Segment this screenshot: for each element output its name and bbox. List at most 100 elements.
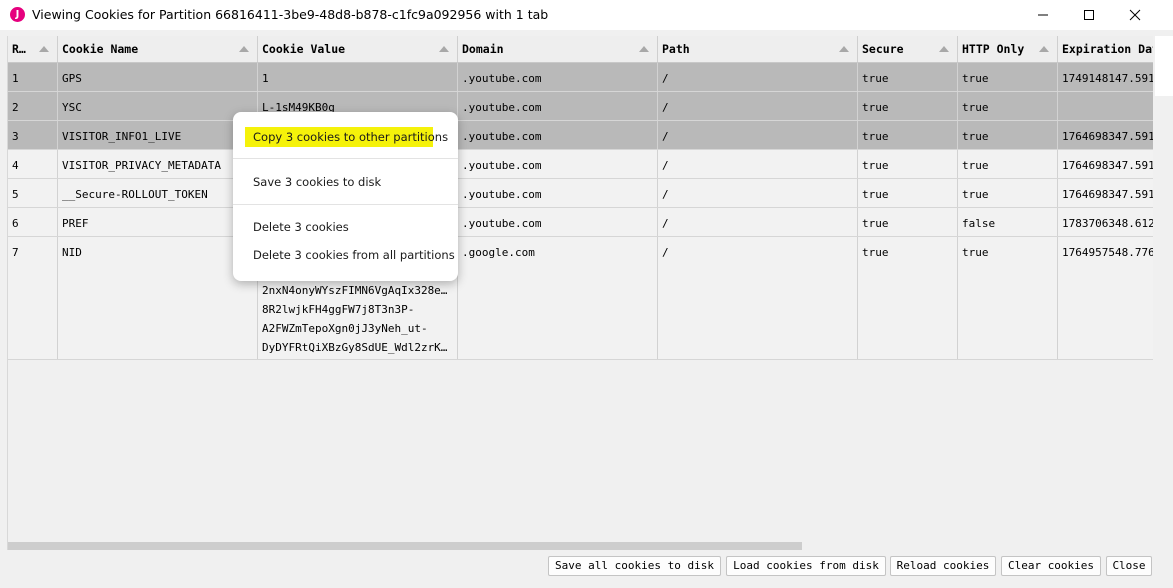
column-header-secure[interactable]: Secure xyxy=(858,36,958,62)
cell-cookie-name: NID xyxy=(58,237,258,359)
column-header-expiration[interactable]: Expiration Dat xyxy=(1058,36,1153,62)
cell-row-number: 2 xyxy=(8,92,58,120)
cell-expiration xyxy=(1058,92,1153,120)
cookie-value-line: A2FWZmTepoXgn0jJ3yNeh_ut- xyxy=(262,322,428,335)
cell-cookie-name: __Secure-ROLLOUT_TOKEN xyxy=(58,179,258,207)
column-header-cookie-name[interactable]: Cookie Name xyxy=(58,36,258,62)
cell-cookie-name: VISITOR_PRIVACY_METADATA xyxy=(58,150,258,178)
cell-domain: .youtube.com xyxy=(458,63,658,91)
cell-cookie-name: YSC xyxy=(58,92,258,120)
close-button[interactable]: Close xyxy=(1106,556,1152,576)
cookies-table[interactable]: R… Cookie Name Cookie Value Domain Path … xyxy=(7,36,1153,550)
column-header-http-only[interactable]: HTTP Only xyxy=(958,36,1058,62)
cell-secure: true xyxy=(858,179,958,207)
cell-path: / xyxy=(658,208,858,236)
sort-arrow-icon xyxy=(439,46,449,52)
maximize-icon xyxy=(1084,10,1094,20)
cell-expiration: 1764698347.591 xyxy=(1062,188,1153,201)
cell-cookie-value: 1 xyxy=(258,63,458,91)
cell-secure: true xyxy=(858,237,958,359)
cell-http-only: true xyxy=(958,121,1058,149)
cookie-value-line: DyDYFRtQiXBzGy8SdUE_Wdl2zrK… xyxy=(262,341,448,354)
menu-separator xyxy=(233,158,458,159)
table-row[interactable]: 3 VISITOR_INFO1_LIVE .youtube.com / true… xyxy=(8,121,1153,150)
reload-cookies-button[interactable]: Reload cookies xyxy=(890,556,996,576)
cell-path: / xyxy=(658,150,858,178)
cell-row-number: 6 xyxy=(8,208,58,236)
table-row[interactable]: 2 YSC L-1sM49KB0g .youtube.com / true tr… xyxy=(8,92,1153,121)
column-header-path[interactable]: Path xyxy=(658,36,858,62)
table-row[interactable]: 5 __Secure-ROLLOUT_TOKEN .youtube.com / … xyxy=(8,179,1153,208)
title-bar: J Viewing Cookies for Partition 66816411… xyxy=(0,0,1173,30)
cell-secure: true xyxy=(858,150,958,178)
cell-domain: .youtube.com xyxy=(458,208,658,236)
cell-http-only: true xyxy=(958,63,1058,91)
sort-arrow-icon xyxy=(839,46,849,52)
cell-expiration: 1749148147.591 xyxy=(1062,72,1153,85)
cookie-value-line: 8R2lwjkFH4ggFW7j8T3n3P- xyxy=(262,303,415,316)
table-row[interactable]: 6 PREF .youtube.com / true false 1783706… xyxy=(8,208,1153,237)
cell-secure: true xyxy=(858,63,958,91)
column-header-cookie-value[interactable]: Cookie Value xyxy=(258,36,458,62)
menu-separator xyxy=(233,204,458,205)
cell-domain: .youtube.com xyxy=(458,150,658,178)
save-all-cookies-button[interactable]: Save all cookies to disk xyxy=(548,556,721,576)
cell-http-only: true xyxy=(958,179,1058,207)
cell-row-number: 4 xyxy=(8,150,58,178)
menu-item-delete-cookies[interactable]: Delete 3 cookies xyxy=(253,220,349,234)
sort-arrow-icon xyxy=(639,46,649,52)
table-row[interactable]: 1 GPS 1 .youtube.com / true true 1749148… xyxy=(8,63,1153,92)
menu-item-copy-cookies[interactable]: Copy 3 cookies to other partitions xyxy=(253,130,448,144)
cell-domain: .youtube.com xyxy=(458,92,658,120)
cell-path: / xyxy=(658,63,858,91)
app-icon: J xyxy=(10,7,25,22)
cell-domain: .youtube.com xyxy=(458,121,658,149)
cell-path: / xyxy=(658,237,858,359)
clear-cookies-button[interactable]: Clear cookies xyxy=(1001,556,1101,576)
cell-cookie-name: VISITOR_INFO1_LIVE xyxy=(58,121,258,149)
cell-domain: .youtube.com xyxy=(458,179,658,207)
cell-http-only: true xyxy=(958,237,1058,359)
minimize-button[interactable] xyxy=(1020,0,1066,30)
cell-expiration: 1764957548.776 xyxy=(1062,246,1153,259)
cell-row-number: 7 xyxy=(8,237,58,359)
cell-http-only: true xyxy=(958,150,1058,178)
cell-http-only: true xyxy=(958,92,1058,120)
horizontal-scrollbar[interactable] xyxy=(8,542,802,550)
cell-row-number: 1 xyxy=(8,63,58,91)
cell-path: / xyxy=(658,179,858,207)
load-cookies-button[interactable]: Load cookies from disk xyxy=(726,556,886,576)
cell-secure: true xyxy=(858,121,958,149)
cell-cookie-name: PREF xyxy=(58,208,258,236)
cell-expiration: 1764698347.591 xyxy=(1062,159,1153,172)
minimize-icon xyxy=(1038,14,1048,16)
cell-row-number: 3 xyxy=(8,121,58,149)
cell-expiration: 1783706348.612 xyxy=(1062,217,1153,230)
menu-item-delete-all-partitions[interactable]: Delete 3 cookies from all partitions xyxy=(253,248,455,262)
sort-arrow-icon xyxy=(1039,46,1049,52)
close-icon xyxy=(1129,9,1141,21)
cell-secure: true xyxy=(858,208,958,236)
cell-domain: .google.com xyxy=(458,237,658,359)
column-header-domain[interactable]: Domain xyxy=(458,36,658,62)
sort-arrow-icon xyxy=(239,46,249,52)
table-row[interactable]: 4 VISITOR_PRIVACY_METADATA .youtube.com … xyxy=(8,150,1153,179)
context-menu: Copy 3 cookies to other partitions Save … xyxy=(233,112,458,281)
cell-path: / xyxy=(658,92,858,120)
cell-expiration: 1764698347.591 xyxy=(1062,130,1153,143)
table-header: R… Cookie Name Cookie Value Domain Path … xyxy=(8,36,1153,63)
background-window-edge xyxy=(1155,36,1173,96)
sort-arrow-icon xyxy=(39,46,49,52)
table-row[interactable]: 7 NID 2nxN4onyWYszFIMN6VgAqIx328e… 8R2lw… xyxy=(8,237,1153,360)
menu-item-save-cookies[interactable]: Save 3 cookies to disk xyxy=(253,175,381,189)
cell-path: / xyxy=(658,121,858,149)
cell-cookie-name: GPS xyxy=(58,63,258,91)
column-header-row[interactable]: R… xyxy=(8,36,58,62)
close-window-button[interactable] xyxy=(1112,0,1158,30)
cell-row-number: 5 xyxy=(8,179,58,207)
maximize-button[interactable] xyxy=(1066,0,1112,30)
cookie-value-line: 2nxN4onyWYszFIMN6VgAqIx328e… xyxy=(262,284,448,297)
cell-secure: true xyxy=(858,92,958,120)
sort-arrow-icon xyxy=(939,46,949,52)
cell-http-only: false xyxy=(958,208,1058,236)
